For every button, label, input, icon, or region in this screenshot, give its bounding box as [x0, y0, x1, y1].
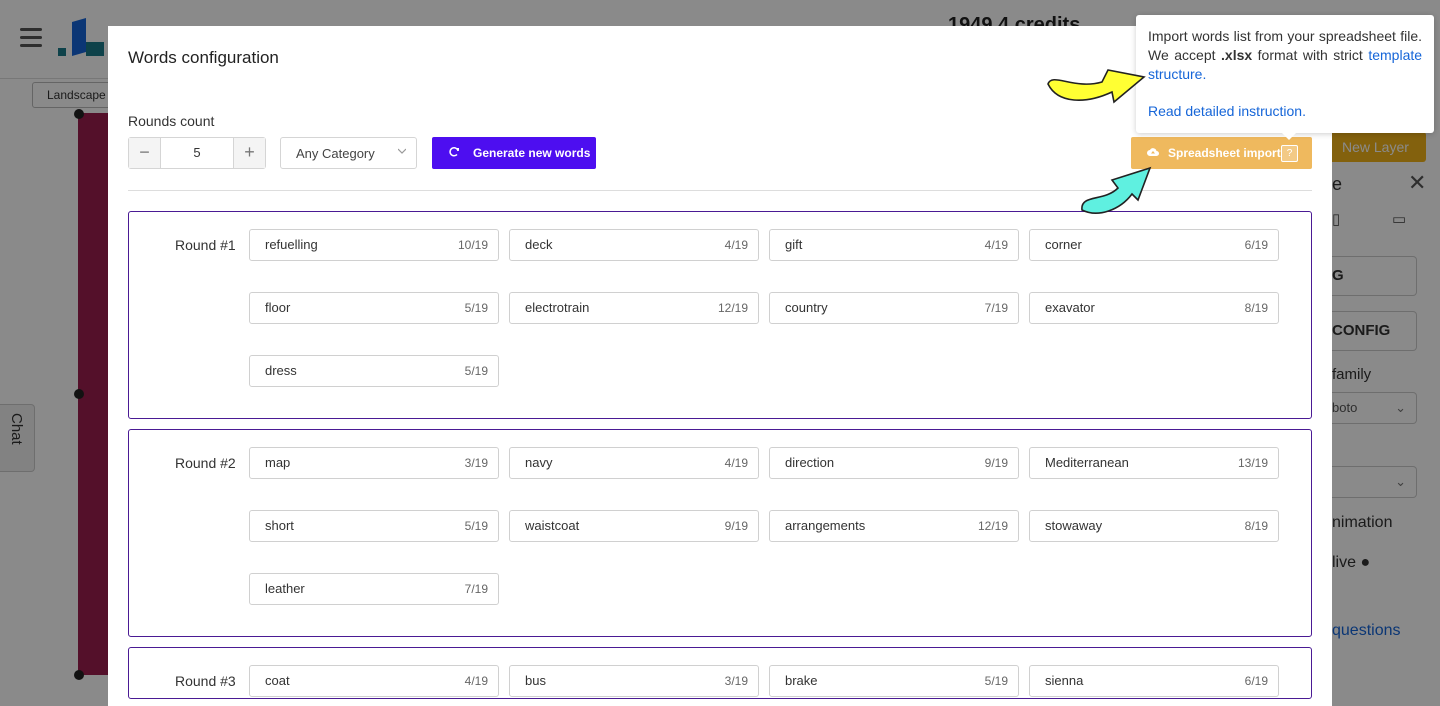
tooltip-text-2: format with strict — [1257, 47, 1363, 63]
cyan-arrow-icon — [1081, 166, 1152, 214]
word-field[interactable]: bus 3/19 — [509, 665, 759, 697]
word-text: direction — [785, 455, 835, 470]
tooltip-format: .xlsx — [1221, 47, 1253, 63]
word-usage-count: 4/19 — [724, 238, 748, 252]
word-field[interactable]: navy 4/19 — [509, 447, 759, 479]
decrement-button[interactable]: − — [129, 138, 161, 168]
word-text: leather — [265, 581, 305, 596]
word-usage-count: 6/19 — [1244, 674, 1268, 688]
detailed-instruction-link[interactable]: Read detailed instruction. — [1148, 103, 1306, 119]
word-usage-count: 5/19 — [464, 519, 488, 533]
chevron-down-icon — [398, 148, 406, 154]
word-usage-count: 9/19 — [724, 519, 748, 533]
word-text: exavator — [1045, 300, 1095, 315]
round-card: Round #3 coat 4/19 bus 3/19 brake 5/19 sienna 6/… — [128, 647, 1312, 699]
word-field[interactable]: gift 4/19 — [769, 229, 1019, 261]
word-text: waistcoat — [525, 518, 580, 533]
word-usage-count: 7/19 — [464, 582, 488, 596]
word-usage-count: 8/19 — [1244, 301, 1268, 315]
word-usage-count: 5/19 — [464, 364, 488, 378]
word-field[interactable]: direction 9/19 — [769, 447, 1019, 479]
word-text: stowaway — [1045, 518, 1103, 533]
yellow-arrow-icon — [1047, 69, 1146, 104]
word-field[interactable]: dress 5/19 — [249, 355, 499, 387]
word-usage-count: 9/19 — [984, 456, 1008, 470]
tooltip-text: Import words list from your spreadsheet … — [1148, 27, 1422, 84]
word-field[interactable]: coat 4/19 — [249, 665, 499, 697]
rounds-count-label: Rounds count — [128, 113, 215, 129]
word-text: arrangements — [785, 518, 866, 533]
word-usage-count: 4/19 — [724, 456, 748, 470]
word-text: corner — [1045, 237, 1082, 252]
increment-button[interactable]: + — [233, 138, 265, 168]
rounds-count-stepper: − 5 + — [128, 137, 266, 169]
word-field[interactable]: corner 6/19 — [1029, 229, 1279, 261]
modal-title: Words configuration — [128, 48, 279, 67]
word-usage-count: 5/19 — [464, 301, 488, 315]
word-usage-count: 12/19 — [717, 301, 748, 315]
generate-label: Generate new words — [473, 146, 591, 160]
cloud-upload-icon — [1147, 148, 1159, 156]
word-usage-count: 4/19 — [464, 674, 488, 688]
category-value: Any Category — [296, 146, 375, 161]
word-usage-count: 7/19 — [984, 301, 1008, 315]
word-text: dress — [265, 363, 297, 378]
import-tooltip: Import words list from your spreadsheet … — [1136, 15, 1434, 140]
word-usage-count: 13/19 — [1237, 456, 1268, 470]
word-field[interactable]: exavator 8/19 — [1029, 292, 1279, 324]
word-text: refuelling — [265, 237, 318, 252]
word-text: coat — [265, 673, 290, 688]
word-text: gift — [785, 237, 803, 252]
word-field[interactable]: floor 5/19 — [249, 292, 499, 324]
word-field[interactable]: Mediterranean 13/19 — [1029, 447, 1279, 479]
word-field[interactable]: deck 4/19 — [509, 229, 759, 261]
import-label: Spreadsheet import — [1168, 146, 1281, 160]
word-usage-count: 12/19 — [977, 519, 1008, 533]
word-usage-count: 10/19 — [457, 238, 488, 252]
round-label: Round #3 — [175, 673, 236, 689]
word-usage-count: 8/19 — [1244, 519, 1268, 533]
word-text: brake — [785, 673, 818, 688]
round-card: Round #1 refuelling 10/19 deck 4/19 gift 4/19 c… — [128, 211, 1312, 419]
word-text: Mediterranean — [1045, 455, 1129, 470]
word-field[interactable]: short 5/19 — [249, 510, 499, 542]
word-usage-count: 5/19 — [984, 674, 1008, 688]
word-text: deck — [525, 237, 553, 252]
word-field[interactable]: map 3/19 — [249, 447, 499, 479]
word-text: country — [785, 300, 828, 315]
rounds-count-input[interactable]: 5 — [161, 138, 233, 168]
word-field[interactable]: arrangements 12/19 — [769, 510, 1019, 542]
generate-words-button[interactable]: Generate new words — [432, 137, 596, 169]
word-text: navy — [525, 455, 553, 470]
word-text: electrotrain — [525, 300, 590, 315]
word-usage-count: 3/19 — [464, 456, 488, 470]
word-text: short — [265, 518, 294, 533]
round-label: Round #1 — [175, 237, 236, 253]
refresh-icon — [449, 147, 459, 157]
word-field[interactable]: refuelling 10/19 — [249, 229, 499, 261]
word-text: floor — [265, 300, 291, 315]
spreadsheet-import-button[interactable]: Spreadsheet import ? — [1131, 137, 1312, 169]
category-select[interactable]: Any Category — [280, 137, 417, 169]
word-field[interactable]: electrotrain 12/19 — [509, 292, 759, 324]
round-label: Round #2 — [175, 455, 236, 471]
word-usage-count: 6/19 — [1244, 238, 1268, 252]
word-field[interactable]: leather 7/19 — [249, 573, 499, 605]
tooltip-caret — [1282, 133, 1296, 140]
help-icon[interactable]: ? — [1281, 145, 1298, 162]
word-usage-count: 4/19 — [984, 238, 1008, 252]
word-text: bus — [525, 673, 546, 688]
word-field[interactable]: brake 5/19 — [769, 665, 1019, 697]
word-text: map — [265, 455, 291, 470]
word-usage-count: 3/19 — [724, 674, 748, 688]
round-card: Round #2 map 3/19 navy 4/19 direction 9/19 Medi… — [128, 429, 1312, 637]
word-text: sienna — [1045, 673, 1084, 688]
word-field[interactable]: country 7/19 — [769, 292, 1019, 324]
word-field[interactable]: stowaway 8/19 — [1029, 510, 1279, 542]
word-field[interactable]: sienna 6/19 — [1029, 665, 1279, 697]
word-field[interactable]: waistcoat 9/19 — [509, 510, 759, 542]
